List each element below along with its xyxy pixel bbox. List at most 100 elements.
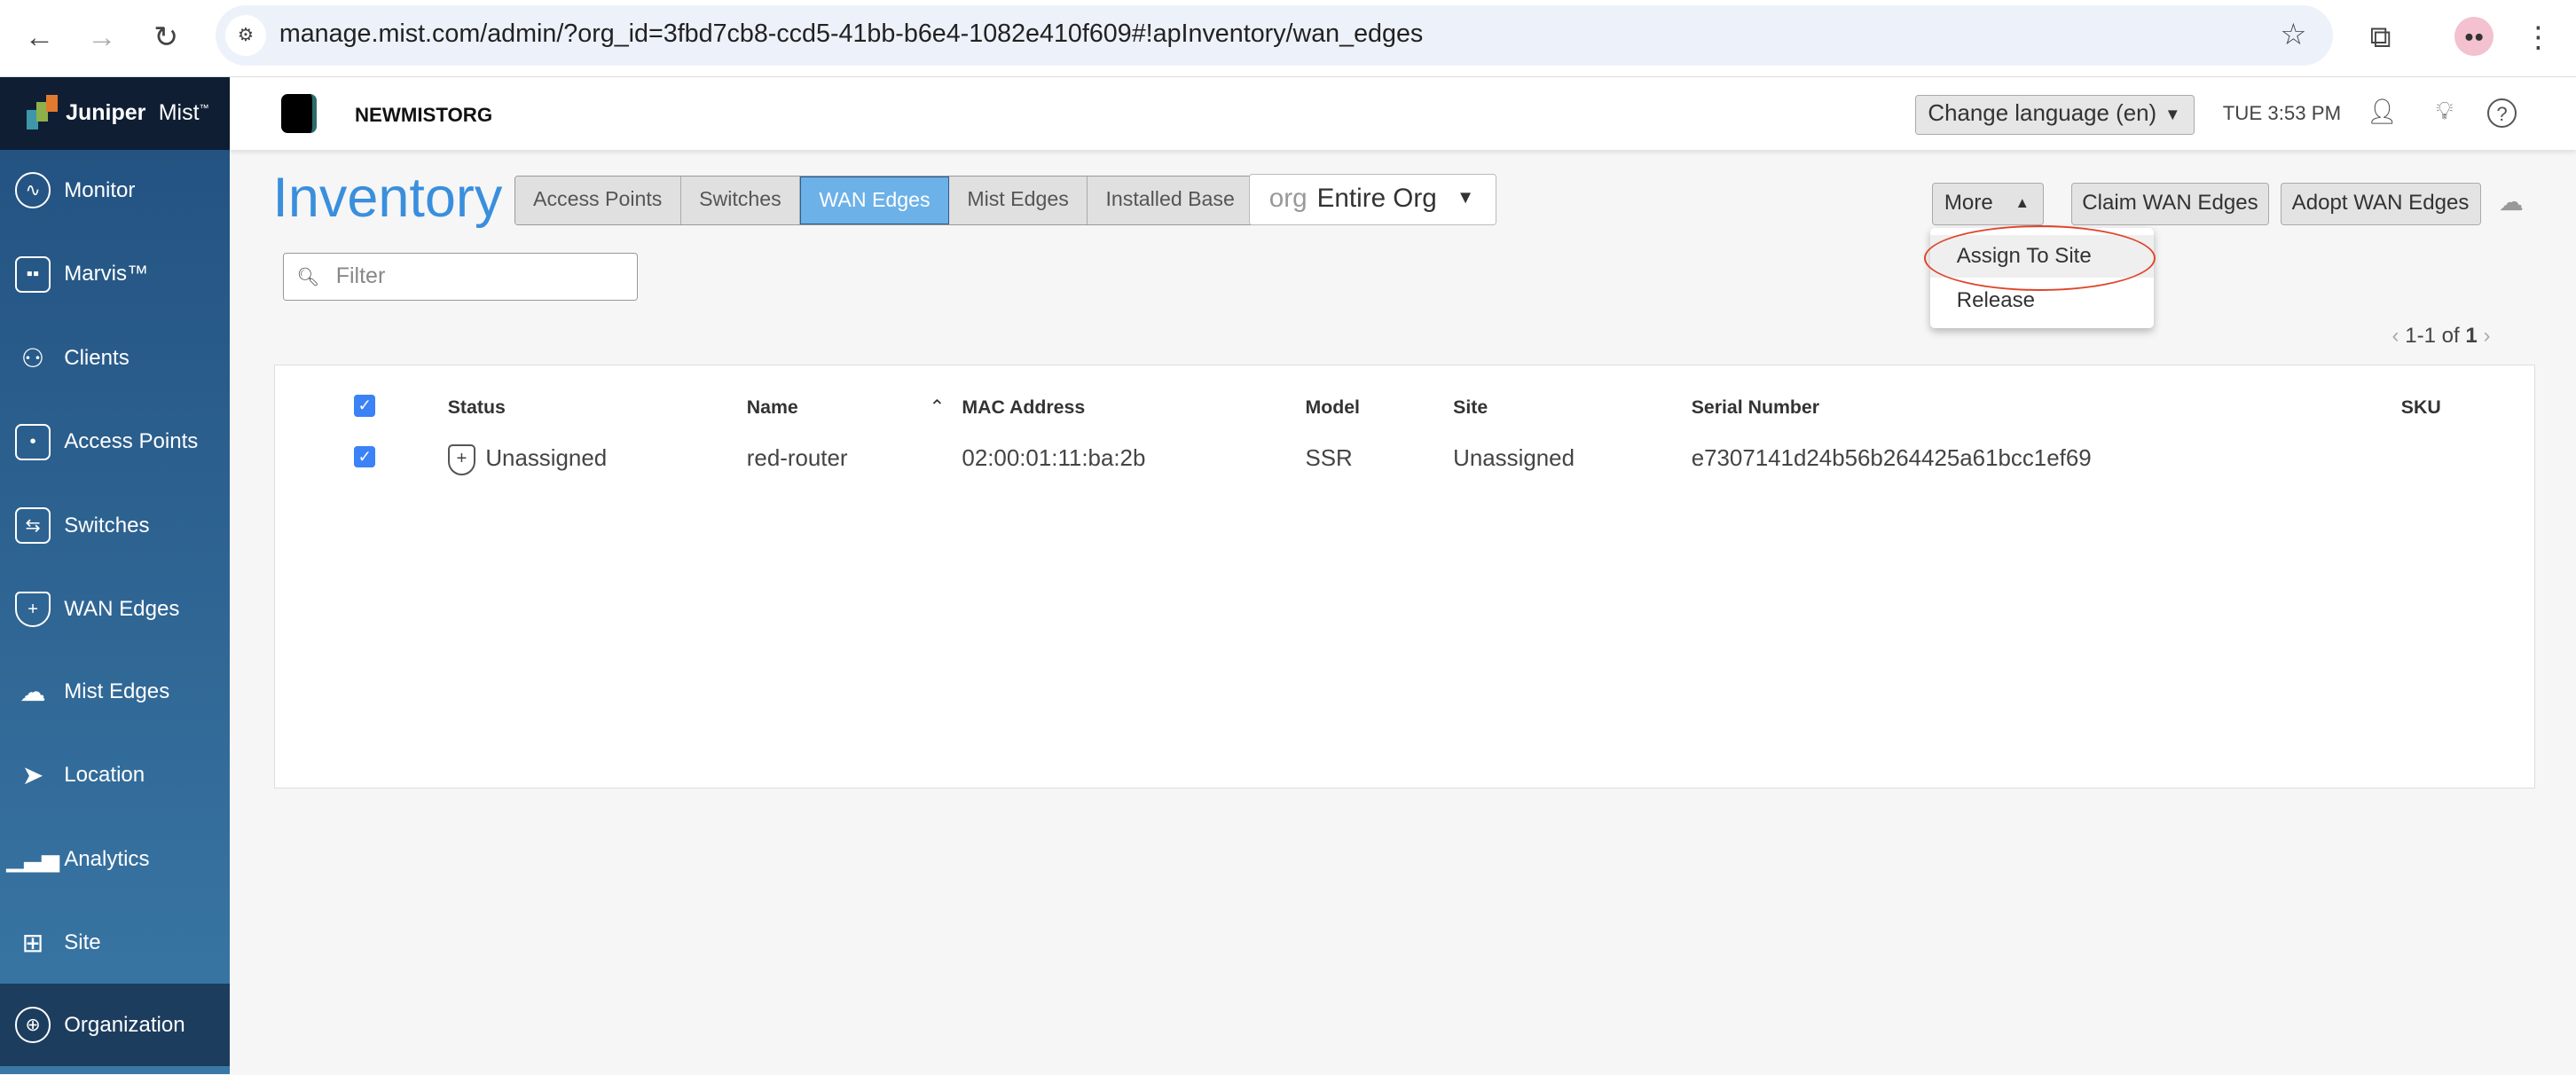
more-label: More — [1944, 190, 1993, 215]
browser-menu-icon[interactable]: ⋮ — [2517, 17, 2559, 59]
caret-up-icon: ▲ — [2014, 193, 2030, 211]
reload-icon[interactable]: ↻ — [145, 17, 187, 59]
address-bar[interactable]: ⚙ manage.mist.com/admin/?org_id=3fbd7cb8… — [215, 4, 2333, 67]
page-title: Inventory — [272, 167, 503, 230]
scope-prefix: org — [1268, 183, 1308, 213]
sidebar-item-wan-edges[interactable]: + WAN Edges — [0, 569, 230, 651]
column-header-status[interactable]: Status — [448, 396, 506, 419]
sidebar-label: Mist Edges — [64, 679, 170, 703]
inventory-tabs: Access Points Switches WAN Edges Mist Ed… — [514, 176, 1254, 225]
globe-icon: ⊕ — [14, 1007, 51, 1043]
sort-ascending-icon[interactable]: ⌃ — [929, 396, 945, 419]
juniper-mist-logo[interactable]: Juniper Mist™ Juniper Mist™ — [0, 77, 231, 150]
sidebar-label: Organization — [64, 1012, 185, 1037]
next-page-icon[interactable]: › — [2484, 324, 2491, 348]
tab-switches[interactable]: Switches — [680, 177, 801, 224]
access-point-icon: • — [14, 423, 51, 460]
cell-site: Unassigned — [1453, 445, 1575, 471]
url-text[interactable]: manage.mist.com/admin/?org_id=3fbd7cb8-c… — [279, 20, 1423, 49]
site-icon: ⊞ — [21, 929, 44, 959]
sidebar-item-site[interactable]: ⊞ Site — [0, 902, 230, 985]
column-header-site[interactable]: Site — [1453, 396, 1488, 419]
user-icon[interactable]: 👤︎ — [2366, 97, 2399, 129]
cell-mac: 02:00:01:11:ba:2b — [962, 445, 1146, 471]
scope-select[interactable]: org Entire Org ▼ — [1248, 174, 1497, 225]
analytics-icon: ▁▃▅ — [6, 846, 59, 872]
language-label: Change language (en) — [1928, 100, 2157, 126]
tab-wan-edges[interactable]: WAN Edges — [800, 177, 949, 224]
sidebar: Juniper Mist™ Juniper Mist™ ∿ Monitor ▪▪ M… — [0, 77, 231, 1075]
sidebar-label: Location — [64, 763, 145, 788]
language-select[interactable]: Change language (en) ▼ — [1915, 95, 2195, 135]
back-icon[interactable]: ← — [18, 17, 60, 59]
sidebar-item-mist-edges[interactable]: ☁ Mist Edges — [0, 650, 230, 733]
sidebar-label: Marvis™ — [64, 262, 149, 286]
sidebar-item-marvis[interactable]: ▪▪ Marvis™ — [0, 233, 230, 316]
site-settings-icon[interactable]: ⚙ — [224, 14, 267, 56]
inventory-table: ✓ Status Name ⌃ MAC Address Model Site S… — [274, 365, 2535, 789]
cell-serial: e7307141d24b56b264425a61bcc1ef69 — [1691, 445, 2092, 471]
sidebar-item-switches[interactable]: ⇆ Switches — [0, 484, 230, 567]
select-all-checkbox[interactable]: ✓ — [354, 395, 376, 417]
tab-access-points[interactable]: Access Points — [514, 177, 681, 224]
column-header-model[interactable]: Model — [1305, 396, 1359, 419]
cell-status: Unassigned — [485, 445, 608, 471]
sidebar-label: Switches — [64, 513, 150, 538]
scope-value: Entire Org — [1316, 183, 1437, 213]
column-header-serial[interactable]: Serial Number — [1692, 396, 1819, 419]
sidebar-label: Monitor — [64, 177, 136, 202]
sidebar-item-clients[interactable]: ⚇ Clients — [0, 317, 230, 399]
column-header-name[interactable]: Name — [747, 396, 798, 419]
cell-name[interactable]: red-router — [747, 446, 848, 472]
cell-model: SSR — [1305, 445, 1353, 471]
extensions-icon[interactable]: ⧉ — [2359, 17, 2401, 59]
cloud-icon: ☁ — [20, 677, 46, 707]
logo-text: Juniper Mist™ — [27, 113, 28, 114]
wan-edge-status-icon: + — [447, 444, 476, 476]
sidebar-label: Site — [64, 930, 101, 955]
column-header-mac[interactable]: MAC Address — [962, 396, 1085, 419]
sidebar-label: Analytics — [64, 846, 150, 871]
help-icon[interactable]: ? — [2486, 98, 2517, 129]
highlight-annotation — [1923, 224, 2156, 291]
row-checkbox[interactable]: ✓ — [354, 445, 376, 467]
profile-avatar[interactable]: ●● — [2454, 16, 2494, 56]
pager-text: 1-1 of — [2405, 323, 2466, 348]
column-header-sku[interactable]: SKU — [2401, 396, 2441, 419]
clock: TUE 3:53 PM — [2222, 101, 2342, 124]
tab-mist-edges[interactable]: Mist Edges — [948, 177, 1088, 224]
top-header: NEWMISTORG Change language (en) ▼ TUE 3:5… — [230, 77, 2576, 150]
wan-edge-icon: + — [14, 591, 51, 628]
org-name: NEWMISTORG — [355, 103, 493, 126]
prev-page-icon[interactable]: ‹ — [2392, 324, 2399, 348]
sidebar-item-analytics[interactable]: ▁▃▅ Analytics — [0, 818, 230, 900]
sidebar-item-organization[interactable]: ⊕ Organization — [0, 984, 231, 1066]
browser-toolbar: ← → ↻ ⚙ manage.mist.com/admin/?org_id=3f… — [0, 0, 2576, 78]
switch-icon: ⇆ — [14, 507, 51, 544]
filter-input[interactable]: 🔍︎ Filter — [282, 253, 638, 301]
location-icon: ➤ — [21, 761, 44, 791]
bookmark-star-icon[interactable]: ☆ — [2280, 17, 2306, 52]
forward-icon[interactable]: → — [81, 17, 123, 59]
filter-placeholder: Filter — [335, 263, 386, 289]
sidebar-item-location[interactable]: ➤ Location — [0, 734, 230, 817]
pagination: ‹ 1-1 of 1 › — [2392, 324, 2491, 349]
tab-installed-base[interactable]: Installed Base — [1088, 177, 1253, 224]
sidebar-item-access-points[interactable]: • Access Points — [0, 401, 230, 483]
clients-icon: ⚇ — [20, 343, 45, 373]
sidebar-label: Clients — [64, 345, 130, 370]
org-avatar — [280, 93, 318, 133]
sidebar-item-monitor[interactable]: ∿ Monitor — [0, 150, 230, 232]
adopt-wan-edges-button[interactable]: Adopt WAN Edges — [2280, 182, 2481, 225]
marvis-icon: ▪▪ — [14, 255, 51, 293]
caret-down-icon: ▼ — [1456, 188, 1475, 208]
search-icon: 🔍︎ — [296, 268, 320, 288]
more-button[interactable]: More ▲ — [1931, 182, 2044, 225]
sidebar-label: Access Points — [64, 429, 199, 454]
pulse-icon: ∿ — [14, 172, 51, 209]
lightbulb-icon[interactable]: 💡︎ — [2428, 97, 2461, 129]
pager-total: 1 — [2465, 323, 2478, 348]
claim-wan-edges-button[interactable]: Claim WAN Edges — [2071, 182, 2269, 225]
cloud-download-icon[interactable]: ☁ — [2499, 187, 2524, 216]
sidebar-label: WAN Edges — [64, 597, 180, 622]
